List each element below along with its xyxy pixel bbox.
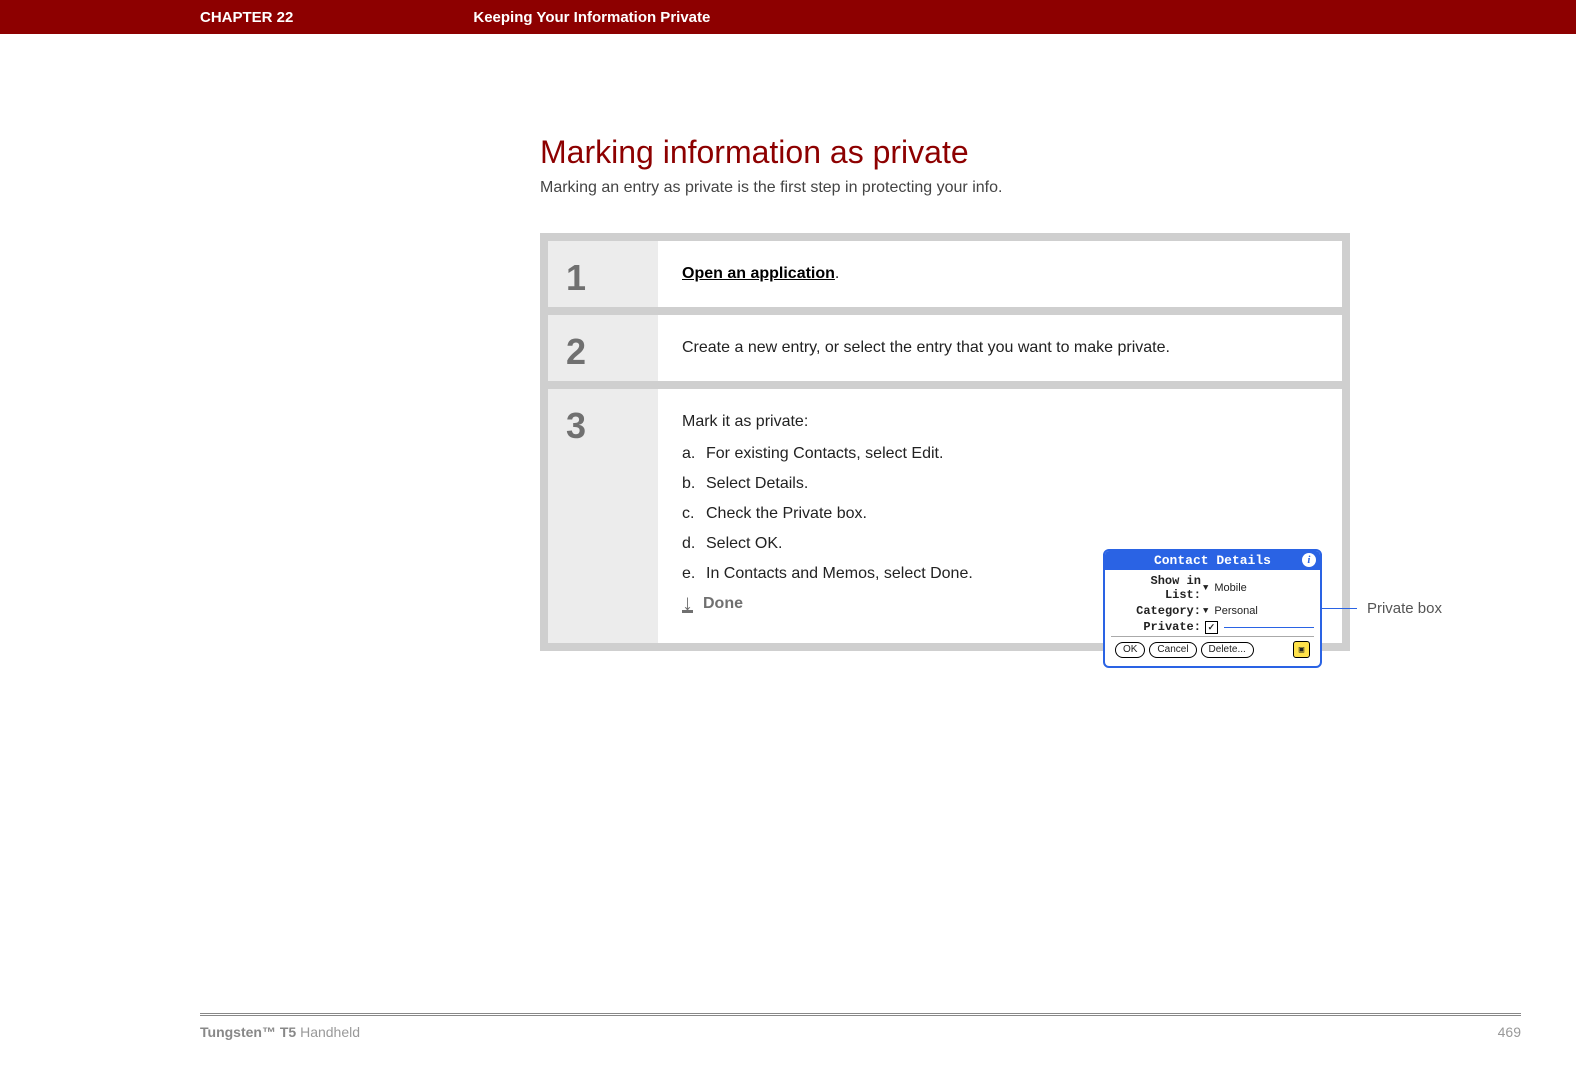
- substep: e. In Contacts and Memos, select Done.: [682, 565, 1002, 583]
- substep: c. Check the Private box.: [682, 505, 1002, 523]
- substep-text: Select Details.: [706, 475, 808, 493]
- substep-letter: d.: [682, 535, 706, 553]
- chevron-down-icon[interactable]: ▼: [1203, 583, 1208, 593]
- step-row-3: 3 Mark it as private: a. For existing Co…: [548, 389, 1342, 643]
- field-label: Private:: [1111, 620, 1201, 634]
- delete-button[interactable]: Delete...: [1201, 642, 1254, 658]
- substeps-list: a. For existing Contacts, select Edit. b…: [682, 445, 1002, 583]
- step-body: Mark it as private: a. For existing Cont…: [658, 389, 1342, 643]
- text-suffix: .: [835, 265, 839, 282]
- contact-details-dialog: Contact Details i Show in List: ▼ Mobile: [1103, 549, 1322, 668]
- callout-connector-line: [1322, 608, 1357, 609]
- field-label: Category:: [1111, 604, 1201, 618]
- dialog-callout-group: Contact Details i Show in List: ▼ Mobile: [1103, 549, 1442, 668]
- callout-label: Private box: [1367, 600, 1442, 617]
- dialog-titlebar: Contact Details i: [1105, 551, 1320, 570]
- page-title: Marking information as private: [540, 134, 1350, 171]
- open-application-link[interactable]: Open an application: [682, 265, 835, 282]
- chevron-down-icon[interactable]: ▼: [1203, 606, 1208, 616]
- page-subtitle: Marking an entry as private is the first…: [540, 179, 1350, 197]
- field-value[interactable]: Personal: [1214, 605, 1257, 617]
- category-field: Category: ▼ Personal: [1111, 604, 1314, 618]
- chapter-number-label: CHAPTER 22: [200, 9, 293, 26]
- chapter-title: Keeping Your Information Private: [473, 9, 710, 26]
- step-number: 2: [548, 315, 658, 381]
- done-label: Done: [703, 595, 743, 613]
- step-row-2: 2 Create a new entry, or select the entr…: [548, 315, 1342, 381]
- page-number: 469: [1498, 1024, 1521, 1040]
- step-body: Open an application.: [658, 241, 1342, 307]
- show-in-list-field: Show in List: ▼ Mobile: [1111, 574, 1314, 602]
- note-icon[interactable]: ▣: [1293, 641, 1310, 658]
- steps-container: 1 Open an application. 2 Create a new en…: [540, 233, 1350, 651]
- private-checkbox[interactable]: ✓: [1205, 621, 1218, 634]
- step-intro: Mark it as private:: [682, 413, 1318, 431]
- field-value[interactable]: Mobile: [1214, 582, 1246, 594]
- step-number: 1: [548, 241, 658, 307]
- private-field: Private: ✓: [1111, 620, 1314, 634]
- substep: a. For existing Contacts, select Edit.: [682, 445, 1002, 463]
- callout-connector-line: [1224, 627, 1314, 628]
- substep-letter: e.: [682, 565, 706, 583]
- substep-text: In Contacts and Memos, select Done.: [706, 565, 973, 583]
- substep-text: Select OK.: [706, 535, 782, 553]
- substep-letter: c.: [682, 505, 706, 523]
- substep-letter: b.: [682, 475, 706, 493]
- field-label: Show in List:: [1111, 574, 1201, 602]
- chapter-header: CHAPTER 22 Keeping Your Information Priv…: [0, 0, 1576, 34]
- product-name-bold: Tungsten™ T5: [200, 1024, 296, 1040]
- step-number: 3: [548, 389, 658, 643]
- page-footer: Tungsten™ T5 Handheld 469: [200, 1013, 1521, 1040]
- substep-text: For existing Contacts, select Edit.: [706, 445, 943, 463]
- arrow-down-icon: ↓: [682, 595, 693, 613]
- substep-letter: a.: [682, 445, 706, 463]
- substep: d. Select OK.: [682, 535, 1002, 553]
- step-text: Create a new entry, or select the entry …: [682, 339, 1318, 357]
- product-name-rest: Handheld: [296, 1024, 360, 1040]
- ok-button[interactable]: OK: [1115, 642, 1145, 658]
- product-name: Tungsten™ T5 Handheld: [200, 1024, 360, 1040]
- step-body: Create a new entry, or select the entry …: [658, 315, 1342, 381]
- step-row-1: 1 Open an application.: [548, 241, 1342, 307]
- info-icon[interactable]: i: [1302, 553, 1316, 567]
- dialog-title-text: Contact Details: [1154, 553, 1271, 568]
- substep-text: Check the Private box.: [706, 505, 867, 523]
- substep: b. Select Details.: [682, 475, 1002, 493]
- callout: Private box: [1322, 600, 1442, 617]
- cancel-button[interactable]: Cancel: [1149, 642, 1196, 658]
